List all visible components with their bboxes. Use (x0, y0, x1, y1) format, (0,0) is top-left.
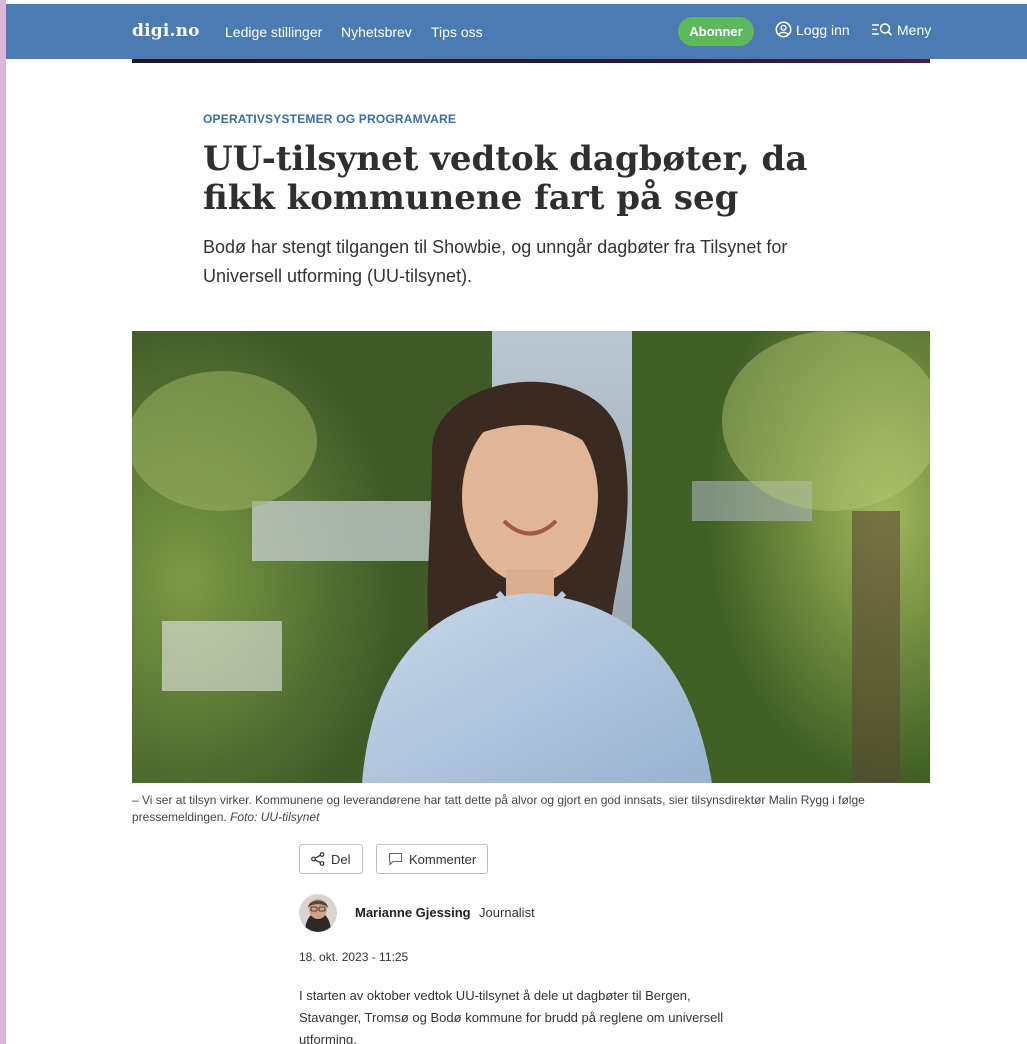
nav-ledige-stillinger[interactable]: Ledige stillinger (225, 24, 322, 40)
category-label[interactable]: OPERATIVSYSTEMER OG PROGRAMVARE (203, 112, 456, 126)
author-role: Journalist (479, 905, 535, 920)
comment-button[interactable]: Kommenter (376, 844, 489, 874)
hero-photo-illustration (132, 331, 930, 783)
menu-label: Meny (897, 21, 932, 38)
publish-date: 18. okt. 2023 - 11:25 (299, 950, 409, 964)
banner-strip (132, 59, 930, 63)
menu-search-icon (872, 23, 893, 36)
site-logo[interactable]: digi.no (132, 21, 200, 41)
article-page: digi.no Ledige stillinger Nyhetsbrev Tip… (6, 0, 1027, 1044)
nav-tips-oss[interactable]: Tips oss (431, 24, 483, 40)
author-avatar-illustration (299, 894, 337, 932)
photo-caption: – Vi ser at tilsyn virker. Kommunene og … (132, 792, 932, 826)
comment-label: Kommenter (409, 851, 477, 867)
site-header: digi.no Ledige stillinger Nyhetsbrev Tip… (6, 4, 1027, 59)
share-icon (311, 852, 325, 866)
photo-credit: Foto: UU-tilsynet (230, 810, 320, 824)
login-label: Logg inn (796, 21, 850, 38)
author-byline: Marianne Gjessing Journalist (299, 894, 535, 932)
share-button[interactable]: Del (299, 844, 363, 874)
menu-button[interactable]: Meny (871, 21, 931, 38)
article-lede: Bodø har stengt tilgangen til Showbie, o… (203, 237, 788, 286)
author-name[interactable]: Marianne Gjessing (355, 905, 471, 920)
comment-icon (388, 852, 403, 866)
user-circle-icon (775, 21, 792, 38)
author-avatar[interactable] (299, 894, 337, 932)
subscribe-button[interactable]: Abonner (678, 17, 754, 46)
nav-nyhetsbrev[interactable]: Nyhetsbrev (341, 24, 412, 40)
hero-photo (132, 331, 930, 783)
article-title: UU-tilsynet vedtok dagbøter, da fikk kom… (203, 139, 808, 218)
login-button[interactable]: Logg inn (775, 21, 850, 38)
share-label: Del (331, 851, 351, 867)
article-body-paragraph: I starten av oktober vedtok UU-tilsynet … (299, 988, 724, 1044)
